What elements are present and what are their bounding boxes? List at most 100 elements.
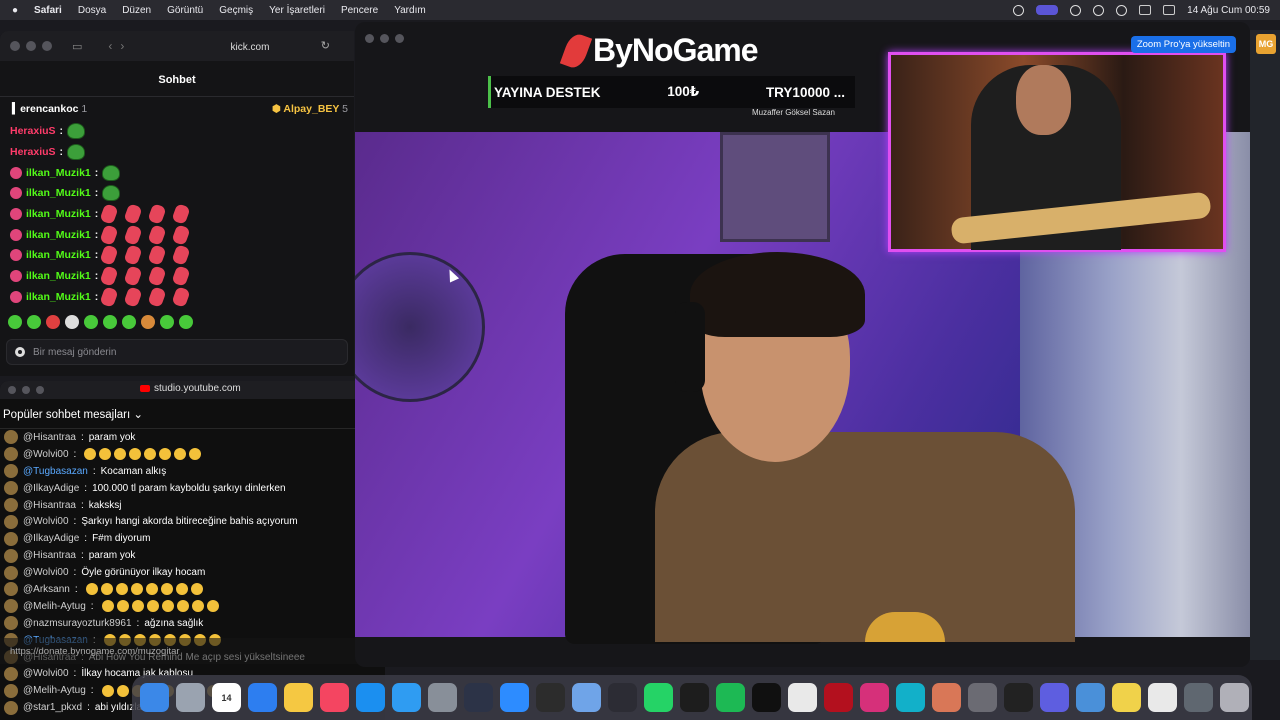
dock-settings-icon[interactable] bbox=[428, 683, 457, 712]
dock-chrome-icon[interactable] bbox=[788, 683, 817, 712]
avatar[interactable] bbox=[4, 565, 18, 580]
zoom-button[interactable] bbox=[42, 41, 52, 51]
stream-zoom-button[interactable] bbox=[395, 34, 404, 43]
yt-chat-header[interactable]: Popüler sohbet mesajları ⌄ ⋮ bbox=[0, 399, 385, 429]
yt-author[interactable]: @Wolvi00 bbox=[23, 668, 69, 679]
avatar[interactable] bbox=[4, 700, 18, 715]
dock-instagram-icon[interactable] bbox=[860, 683, 889, 712]
screen-share-icon[interactable] bbox=[1036, 5, 1059, 15]
dock-finder2-icon[interactable] bbox=[1076, 683, 1105, 712]
yt-author[interactable]: @Hisantraa bbox=[23, 432, 76, 443]
dock-acrobat-icon[interactable] bbox=[824, 683, 853, 712]
avatar[interactable] bbox=[4, 531, 18, 546]
yt-minimize-button[interactable] bbox=[22, 386, 30, 394]
dock-app-store-icon[interactable] bbox=[356, 683, 385, 712]
apple-icon[interactable]: ● bbox=[12, 5, 18, 16]
avatar[interactable] bbox=[4, 548, 18, 563]
chat-username[interactable]: ilkan_Muzik1 bbox=[26, 187, 91, 199]
stream-close-button[interactable] bbox=[365, 34, 374, 43]
reload-icon[interactable]: ↻ bbox=[321, 39, 330, 52]
avatar[interactable] bbox=[4, 481, 18, 496]
sidebar-icon[interactable]: ▭ bbox=[72, 40, 82, 53]
menu-view[interactable]: Görüntü bbox=[167, 5, 203, 16]
avatar[interactable] bbox=[4, 666, 18, 681]
menu-help[interactable]: Yardım bbox=[394, 5, 426, 16]
menu-bookmarks[interactable]: Yer İşaretleri bbox=[269, 5, 325, 16]
avatar[interactable] bbox=[4, 447, 18, 462]
emote-bar[interactable] bbox=[0, 309, 354, 335]
wifi-icon[interactable] bbox=[1139, 5, 1152, 15]
dock-photos-icon[interactable] bbox=[1184, 683, 1213, 712]
back-icon[interactable]: ‹ bbox=[108, 39, 112, 53]
control-center-icon[interactable] bbox=[1163, 5, 1176, 15]
dock-chatgpt-icon[interactable] bbox=[680, 683, 709, 712]
chat-username[interactable]: HeraxiuS bbox=[10, 146, 56, 158]
chat-username[interactable]: ilkan_Muzik1 bbox=[26, 229, 91, 241]
dock-obs-icon[interactable] bbox=[536, 683, 565, 712]
creative-cloud-icon[interactable] bbox=[1070, 4, 1082, 16]
dock-zoom-icon[interactable] bbox=[500, 683, 529, 712]
dock-trash-icon[interactable] bbox=[1220, 683, 1249, 712]
yt-author[interactable]: @Hisantraa bbox=[23, 550, 76, 561]
avatar[interactable]: MG bbox=[1256, 34, 1276, 54]
dock-finder-icon[interactable] bbox=[140, 683, 169, 712]
avatar[interactable] bbox=[4, 498, 18, 512]
dock-launchpad-icon[interactable] bbox=[176, 683, 205, 712]
yt-author[interactable]: @nazmsurayozturk8961 bbox=[23, 618, 132, 629]
minimize-button[interactable] bbox=[26, 41, 36, 51]
avatar[interactable] bbox=[4, 464, 18, 479]
pinned-user-right[interactable]: Alpay_BEY bbox=[283, 103, 339, 115]
dock-final-cut-icon[interactable] bbox=[608, 683, 637, 712]
menu-edit[interactable]: Düzen bbox=[122, 5, 151, 16]
zoom-upgrade-button[interactable]: Zoom Pro'ya yükseltin bbox=[1130, 36, 1236, 53]
dock-safari-icon[interactable] bbox=[248, 683, 277, 712]
yt-pinned-message[interactable]: https://donate.bynogame.com/muzogitar ⋮ bbox=[0, 638, 385, 664]
dock-streamer-icon[interactable] bbox=[464, 683, 493, 712]
yt-author[interactable]: @Melih-Aytug bbox=[23, 685, 86, 696]
pinned-user-left[interactable]: erencankoc bbox=[20, 103, 78, 115]
yt-author[interactable]: @Wolvi00 bbox=[23, 449, 69, 460]
yt-author[interactable]: @Hisantraa bbox=[23, 500, 76, 511]
dock-notes-icon[interactable] bbox=[284, 683, 313, 712]
dock-claude-icon[interactable] bbox=[932, 683, 961, 712]
menu-app-name[interactable]: Safari bbox=[34, 5, 62, 16]
dock-calendar-icon[interactable]: 14 bbox=[212, 683, 241, 712]
guest-camera[interactable] bbox=[888, 52, 1226, 252]
menu-window[interactable]: Pencere bbox=[341, 5, 378, 16]
address-bar[interactable]: kick.com bbox=[165, 37, 335, 57]
close-button[interactable] bbox=[10, 41, 20, 51]
avatar[interactable] bbox=[4, 582, 18, 597]
yt-author[interactable]: @IlkayAdige bbox=[23, 533, 79, 544]
dock-preview-icon[interactable] bbox=[572, 683, 601, 712]
chat-username[interactable]: ilkan_Muzik1 bbox=[26, 208, 91, 220]
dock-spotify-icon[interactable] bbox=[716, 683, 745, 712]
dock-canva-icon[interactable] bbox=[896, 683, 925, 712]
dock-whatsapp-icon[interactable] bbox=[644, 683, 673, 712]
yt-zoom-button[interactable] bbox=[36, 386, 44, 394]
timer-icon[interactable] bbox=[1093, 4, 1105, 16]
yt-author[interactable]: @Melih-Aytug bbox=[23, 601, 86, 612]
chat-username[interactable]: ilkan_Muzik1 bbox=[26, 270, 91, 282]
forward-icon[interactable]: › bbox=[120, 39, 124, 53]
menu-history[interactable]: Geçmiş bbox=[219, 5, 253, 16]
dock-proxyman-icon[interactable] bbox=[392, 683, 421, 712]
yt-author[interactable]: @IlkayAdige bbox=[23, 483, 79, 494]
dock-music-icon[interactable] bbox=[320, 683, 349, 712]
yt-chat-mode[interactable]: Popüler sohbet mesajları bbox=[3, 409, 130, 421]
chevron-down-icon[interactable]: ⌄ bbox=[133, 409, 143, 421]
yt-author[interactable]: @Wolvi00 bbox=[23, 516, 69, 527]
yt-close-button[interactable] bbox=[8, 386, 16, 394]
dock-obs2-icon[interactable] bbox=[968, 683, 997, 712]
avatar[interactable] bbox=[4, 514, 18, 529]
chat-username[interactable]: HeraxiuS bbox=[10, 125, 56, 137]
message-input[interactable]: Bir mesaj gönderin bbox=[6, 339, 348, 366]
yt-author[interactable]: @Tugbasazan bbox=[23, 466, 88, 477]
dock-logic-icon[interactable] bbox=[1004, 683, 1033, 712]
dock-notes2-icon[interactable] bbox=[1112, 683, 1141, 712]
avatar[interactable] bbox=[4, 430, 18, 445]
chat-username[interactable]: ilkan_Muzik1 bbox=[26, 291, 91, 303]
yt-author[interactable]: @star1_pkxd bbox=[23, 702, 82, 713]
yt-author[interactable]: @Wolvi00 bbox=[23, 567, 69, 578]
record-icon[interactable] bbox=[1013, 4, 1025, 16]
avatar[interactable] bbox=[4, 599, 18, 614]
